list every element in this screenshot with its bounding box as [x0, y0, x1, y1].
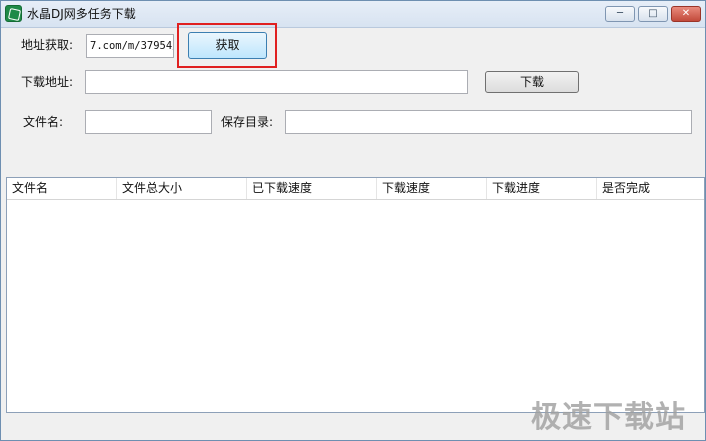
column-header-downloaded[interactable]: 已下载速度	[247, 178, 377, 199]
maximize-button[interactable]: □	[638, 6, 668, 22]
download-url-input[interactable]	[85, 70, 468, 94]
address-fetch-input[interactable]: 7.com/m/37954/	[86, 34, 174, 58]
close-button[interactable]: ✕	[671, 6, 701, 22]
title-bar: 水晶DJ网多任务下载 ─ □ ✕	[1, 1, 705, 28]
column-header-progress[interactable]: 下载进度	[487, 178, 597, 199]
window-title: 水晶DJ网多任务下载	[27, 7, 136, 21]
address-fetch-label: 地址获取:	[21, 38, 74, 52]
filename-input[interactable]	[85, 110, 212, 134]
list-header: 文件名 文件总大小 已下载速度 下载速度 下载进度 是否完成	[7, 178, 704, 200]
column-header-filename[interactable]: 文件名	[7, 178, 117, 199]
app-window: 水晶DJ网多任务下载 ─ □ ✕ 地址获取: 7.com/m/37954/ 获取…	[0, 0, 706, 441]
column-header-total-size[interactable]: 文件总大小	[117, 178, 247, 199]
minimize-button[interactable]: ─	[605, 6, 635, 22]
download-task-list[interactable]: 文件名 文件总大小 已下载速度 下载速度 下载进度 是否完成	[6, 177, 705, 413]
download-url-label: 下载地址:	[21, 75, 74, 89]
filename-label: 文件名:	[23, 115, 64, 129]
column-header-download-speed[interactable]: 下载速度	[377, 178, 487, 199]
column-header-completed[interactable]: 是否完成	[597, 178, 704, 199]
fetch-button[interactable]: 获取	[188, 32, 267, 59]
save-directory-label: 保存目录:	[221, 115, 274, 129]
download-button[interactable]: 下载	[485, 71, 579, 93]
save-directory-input[interactable]	[285, 110, 692, 134]
app-logo-icon	[5, 5, 22, 22]
watermark: 极速下载站	[531, 400, 686, 435]
